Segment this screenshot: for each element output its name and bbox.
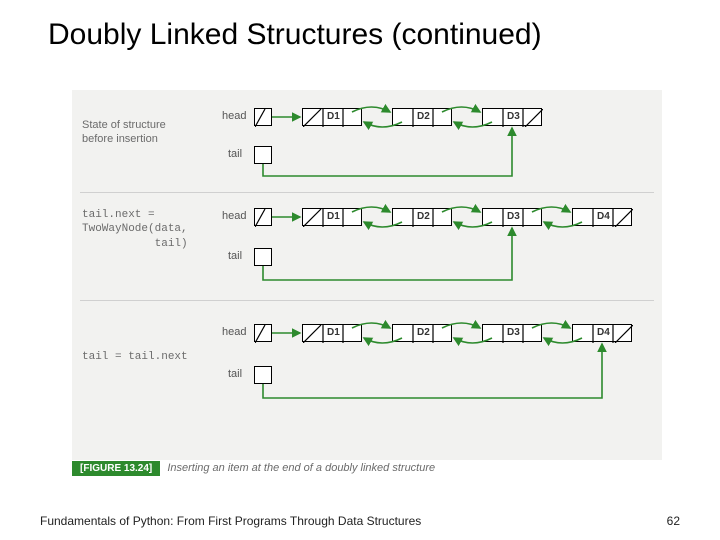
node-data: D1: [327, 327, 340, 338]
head-box: [254, 324, 272, 342]
tail-box: [254, 366, 272, 384]
node-data: D3: [507, 327, 520, 338]
figure-caption-text: Inserting an item at the end of a doubly…: [167, 462, 435, 474]
divider: [80, 300, 654, 301]
page-number: 62: [667, 514, 680, 528]
slide-footer: Fundamentals of Python: From First Progr…: [40, 514, 680, 528]
state-code-3: tail = tail.next: [82, 350, 222, 364]
head-label: head: [222, 210, 246, 222]
node-data: D1: [327, 111, 340, 122]
node-data: D3: [507, 211, 520, 222]
head-box: [254, 208, 272, 226]
figure-badge: [FIGURE 13.24]: [72, 461, 160, 476]
node-data: D2: [417, 111, 430, 122]
head-box: [254, 108, 272, 126]
node-data: D2: [417, 327, 430, 338]
divider: [80, 192, 654, 193]
head-label: head: [222, 110, 246, 122]
tail-box: [254, 146, 272, 164]
node-data: D2: [417, 211, 430, 222]
node-data: D4: [597, 327, 610, 338]
tail-box: [254, 248, 272, 266]
node-data: D1: [327, 211, 340, 222]
node-data: D3: [507, 111, 520, 122]
figure-caption-bar: [FIGURE 13.24] Inserting an item at the …: [72, 462, 435, 474]
tail-label: tail: [228, 250, 242, 262]
node-data: D4: [597, 211, 610, 222]
slide-title: Doubly Linked Structures (continued): [0, 0, 720, 52]
tail-label: tail: [228, 148, 242, 160]
state-code-2: tail.next = TwoWayNode(data, tail): [82, 208, 222, 251]
footer-source: Fundamentals of Python: From First Progr…: [40, 514, 421, 528]
head-label: head: [222, 326, 246, 338]
tail-label: tail: [228, 368, 242, 380]
diagram-figure: State of structure before insertion head…: [72, 90, 662, 460]
state-label-1: State of structure before insertion: [82, 118, 192, 147]
